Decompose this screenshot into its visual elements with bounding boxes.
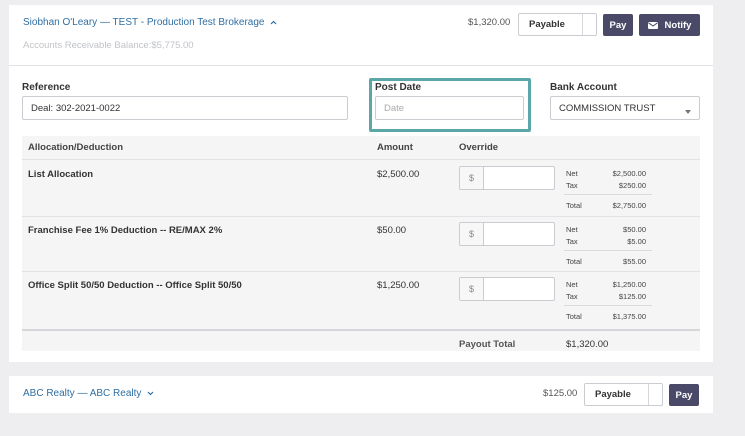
row-amount: $2,500.00 <box>377 169 420 180</box>
bank-account-value: COMMISSION TRUST <box>559 102 656 114</box>
net-value: $2,500.00 <box>612 169 646 178</box>
mail-icon <box>647 21 658 29</box>
allocation-table: Allocation/Deduction Amount Override Lis… <box>22 136 700 351</box>
status-select[interactable]: Payable <box>584 383 663 406</box>
notify-label: Notify <box>664 19 692 31</box>
chevron-down-icon <box>147 388 154 399</box>
net-label: Net <box>566 280 578 289</box>
select-separator <box>582 14 596 35</box>
net-value: $1,250.00 <box>612 280 646 289</box>
header-override: Override <box>459 142 499 153</box>
post-date-placeholder: Date <box>384 102 405 114</box>
status-select[interactable]: Payable <box>518 13 597 36</box>
row-divider <box>22 329 700 331</box>
row-divider <box>22 216 700 217</box>
total-value: $55.00 <box>623 257 646 266</box>
row-name: Franchise Fee 1% Deduction -- RE/MAX 2% <box>28 225 223 236</box>
bank-account-select[interactable]: COMMISSION TRUST <box>550 96 700 120</box>
dollar-prefix: $ <box>460 167 484 189</box>
ar-balance-label: Accounts Receivable Balance: <box>23 40 152 51</box>
post-date-input[interactable]: Date <box>375 96 524 120</box>
reference-label: Reference <box>22 82 71 93</box>
header-divider <box>9 65 713 66</box>
net-label: Net <box>566 169 578 178</box>
dollar-prefix: $ <box>460 223 484 245</box>
table-header: Allocation/Deduction Amount Override <box>22 136 700 160</box>
reference-value: Deal: 302-2021-0022 <box>31 102 121 114</box>
total-value: $1,375.00 <box>612 312 646 321</box>
header-amount: Amount <box>377 142 413 153</box>
status-select-value: Payable <box>595 389 631 400</box>
pay-button[interactable]: Pay <box>669 384 699 406</box>
payee-title-link[interactable]: ABC Realty — ABC Realty <box>23 388 154 399</box>
row-name: List Allocation <box>28 169 94 180</box>
total-value: $2,750.00 <box>612 201 646 210</box>
row-name: Office Split 50/50 Deduction -- Office S… <box>28 280 242 291</box>
status-select-value: Payable <box>529 19 565 30</box>
tax-value: $125.00 <box>618 292 646 301</box>
row-divider <box>22 271 700 272</box>
payee-title-text: ABC Realty — ABC Realty <box>23 388 142 399</box>
net-value: $50.00 <box>623 225 646 234</box>
pay-button[interactable]: Pay <box>603 14 633 36</box>
payee-title-text: Siobhan O'Leary — TEST - Production Test… <box>23 17 265 28</box>
caret-down-icon <box>685 106 691 117</box>
notify-button[interactable]: Notify <box>639 14 700 36</box>
total-label: Total <box>566 257 582 266</box>
reference-input[interactable]: Deal: 302-2021-0022 <box>22 96 348 120</box>
post-date-label: Post Date <box>375 82 422 93</box>
row-amount: $1,250.00 <box>377 280 420 291</box>
override-input[interactable]: $ <box>459 222 555 246</box>
chevron-up-icon <box>270 17 277 28</box>
net-label: Net <box>566 225 578 234</box>
total-line <box>564 194 652 195</box>
payout-total-value: $1,320.00 <box>566 339 609 350</box>
bank-account-label: Bank Account <box>550 82 617 93</box>
payee-card-abc: ABC Realty — ABC Realty $125.00 Payable … <box>9 376 713 413</box>
tax-label: Tax <box>566 292 578 301</box>
ar-balance-value: $5,775.00 <box>151 40 194 51</box>
select-separator <box>648 384 662 405</box>
total-label: Total <box>566 201 582 210</box>
tax-label: Tax <box>566 237 578 246</box>
tax-value: $5.00 <box>627 237 646 246</box>
row-amount: $50.00 <box>377 225 407 236</box>
payout-amount: $1,320.00 <box>468 17 511 28</box>
tax-label: Tax <box>566 181 578 190</box>
header-allocation: Allocation/Deduction <box>28 142 123 153</box>
payee-card-siobhan: Siobhan O'Leary — TEST - Production Test… <box>9 5 713 362</box>
total-line <box>564 305 652 306</box>
payout-amount: $125.00 <box>543 388 578 399</box>
tax-value: $250.00 <box>618 181 646 190</box>
dollar-prefix: $ <box>460 278 484 300</box>
override-input[interactable]: $ <box>459 166 555 190</box>
ar-balance: Accounts Receivable Balance:$5,775.00 <box>23 40 194 51</box>
payee-title-link[interactable]: Siobhan O'Leary — TEST - Production Test… <box>23 17 277 28</box>
total-label: Total <box>566 312 582 321</box>
total-line <box>564 250 652 251</box>
override-input[interactable]: $ <box>459 277 555 301</box>
payout-total-label: Payout Total <box>459 339 516 350</box>
